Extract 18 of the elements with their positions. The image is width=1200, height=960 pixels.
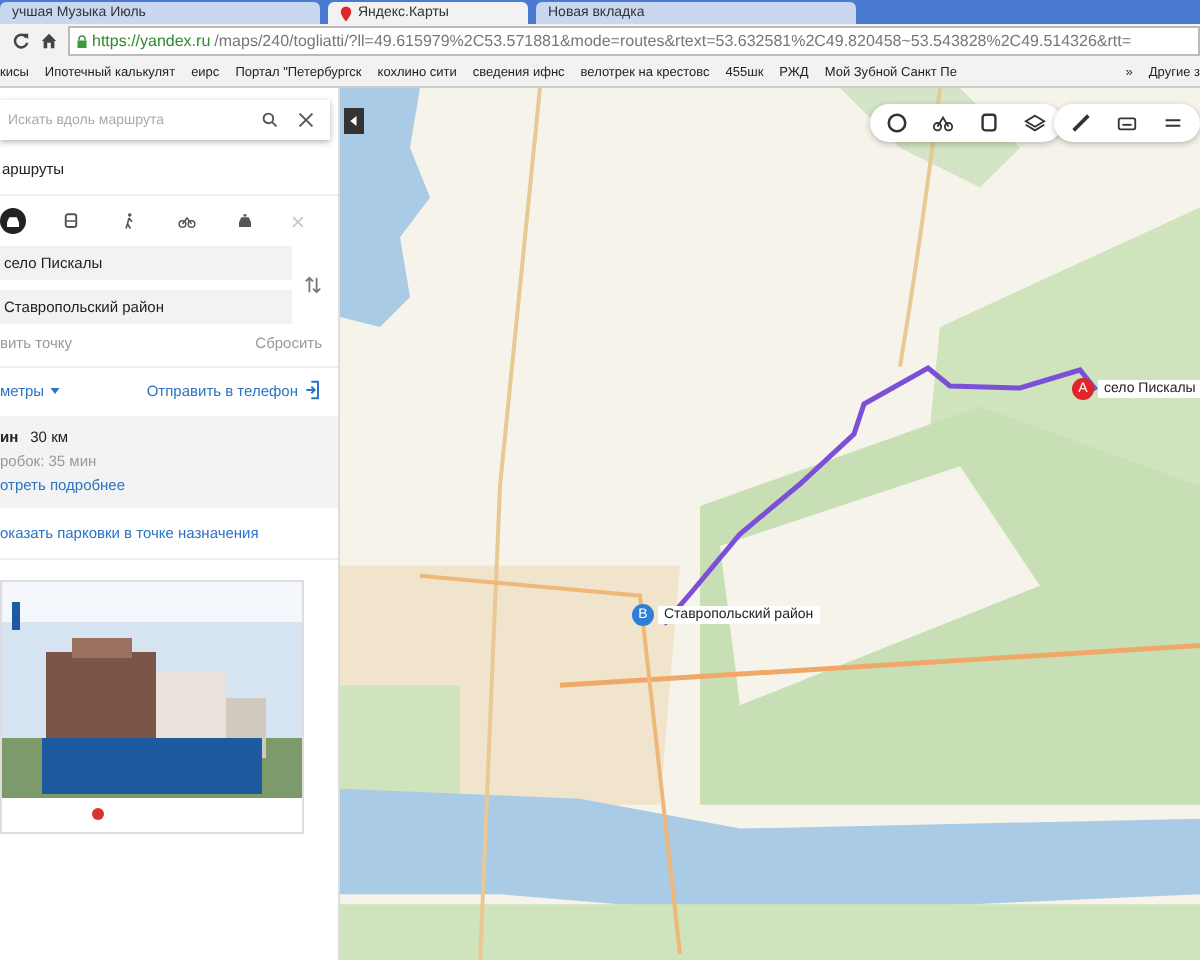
bus-icon[interactable] [978, 112, 1000, 134]
lock-icon [76, 33, 88, 49]
bike-icon[interactable] [932, 112, 954, 134]
bus-icon [62, 212, 80, 230]
bike-icon [178, 212, 196, 230]
map-pin-icon [340, 5, 352, 21]
car-mode-tab[interactable] [0, 208, 26, 234]
arrow-left-icon [350, 116, 358, 126]
close-icon[interactable] [298, 112, 314, 128]
walk-icon [120, 212, 138, 230]
search-icon[interactable] [262, 112, 278, 128]
layers-icon[interactable] [1024, 112, 1046, 134]
caret-icon[interactable] [50, 387, 61, 393]
address-field[interactable]: https://yandex.ru /maps/240/togliatti/?ll=49.615979%2C53.571881&mode=routes&rtext=53.632581%2C49.820458~53.543828%2C49.514326&rtt= [68, 26, 1200, 56]
collapse-panel-button[interactable] [344, 108, 364, 134]
reload-icon[interactable] [12, 32, 30, 50]
home-icon[interactable] [40, 32, 58, 50]
swap-icon[interactable] [304, 276, 322, 294]
